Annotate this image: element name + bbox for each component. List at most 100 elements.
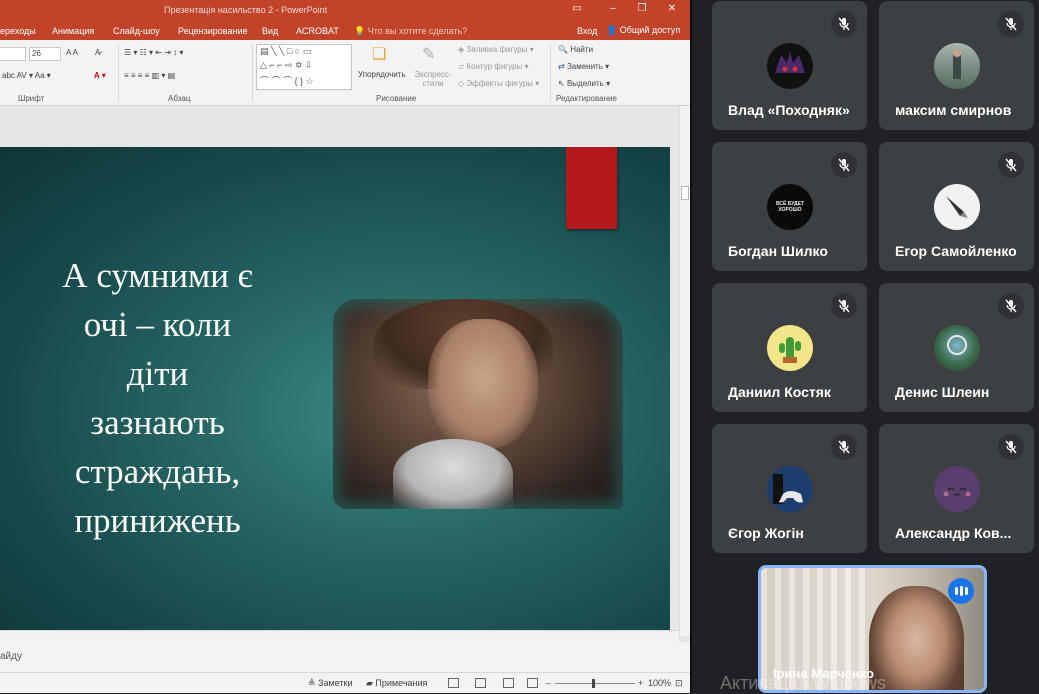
share-button[interactable]: 👤 Общий доступ [606, 25, 680, 36]
zoom-slider-knob[interactable] [592, 679, 595, 688]
slide-text-box[interactable]: А сумними є очі – коли діти зазнають стр… [30, 251, 285, 545]
participant-tile[interactable]: Егор Самойленко [879, 142, 1034, 271]
replace-button[interactable]: ⇄ Заменить ▾ [558, 62, 609, 71]
separator [118, 44, 119, 102]
zoom-level[interactable]: 100% [648, 678, 671, 688]
scroll-thumb[interactable] [681, 186, 689, 200]
comments-label: Примечания [375, 678, 428, 688]
vertical-scrollbar[interactable] [679, 106, 690, 636]
find-button[interactable]: 🔍 Найти [558, 45, 593, 54]
shape-row-3[interactable]: ⌒ ⌒ ⌒ { } ☆ [260, 74, 314, 87]
participant-tile[interactable]: максим смирнов [879, 1, 1034, 130]
cursor-icon: ↖ [558, 79, 565, 88]
slide-text-line: діти [126, 354, 189, 393]
reading-view-icon[interactable] [503, 678, 514, 688]
participant-name: Егор Самойленко [895, 243, 1017, 259]
select-label: Выделить [566, 79, 604, 88]
find-label: Найти [570, 45, 594, 54]
tab-view[interactable]: Вид [262, 26, 278, 36]
horizontal-scrollbar[interactable] [0, 630, 679, 642]
align-icons[interactable]: ≡ ≡ ≡ ≡ ▥ ▾ ▤ [124, 71, 175, 80]
strike-shadow-icons[interactable]: abc AV ▾ Aa ▾ [2, 71, 51, 80]
arrange-icon[interactable]: ❏ [372, 44, 386, 64]
participant-tile[interactable]: ВСЁ БУДЕТ ХОРОШО Богдан Шилко [712, 142, 867, 271]
search-icon: 🔍 [558, 45, 568, 54]
normal-view-icon[interactable] [448, 678, 459, 688]
font-color-icon[interactable]: A ▾ [94, 71, 106, 80]
bullets-icon[interactable]: ☰ ▾ ☷ ▾ ⇤ ⇥ ↕ ▾ [124, 48, 183, 57]
participant-name: Влад «Походняк» [728, 102, 850, 118]
tab-slideshow[interactable]: Слайд-шоу [113, 26, 160, 36]
clear-format-icon[interactable]: A̷ [95, 48, 100, 57]
zoom-out-icon[interactable]: – [546, 678, 551, 688]
slide-text-line: принижень [74, 501, 241, 540]
participant-tile[interactable]: Александр Ков... [879, 424, 1034, 553]
share-label: Общий доступ [619, 25, 681, 35]
ribbon-display-icon[interactable]: ▭ [569, 3, 585, 14]
minimize-button[interactable]: – [605, 3, 621, 14]
cactus-avatar [767, 325, 813, 371]
group-drawing-label: Рисование [376, 94, 417, 103]
status-bar: ≜ Заметки ▰ Примечания – + 100% ⊡ [0, 672, 690, 693]
arrange-button[interactable]: Упорядочить [358, 70, 406, 79]
participant-name: Богдан Шилко [728, 243, 828, 259]
notes-placeholder: айду [0, 651, 22, 662]
comments-button[interactable]: ▰ Примечания [366, 678, 427, 689]
lightbulb-icon: 💡 [354, 26, 366, 36]
tab-review[interactable]: Рецензирование [178, 26, 248, 36]
slide-sorter-icon[interactable] [475, 678, 486, 688]
shape-outline-button[interactable]: ▱ Контур фигуры ▾ [458, 62, 529, 71]
tell-me-search[interactable]: 💡 Что вы хотите сделать? [354, 26, 467, 37]
slide-canvas[interactable]: А сумними є очі – коли діти зазнають стр… [0, 147, 670, 630]
replace-icon: ⇄ [558, 62, 565, 71]
shapes-gallery[interactable]: ▤ ╲ ╲ □ ○ ▭ △ ⌐ ⌐ ⇨ ✡ ⇩ ⌒ ⌒ ⌒ { } ☆ [256, 44, 352, 90]
maximize-button[interactable]: ❐ [634, 3, 650, 14]
cute-face-avatar [934, 466, 980, 512]
zoom-in-icon[interactable]: + [638, 678, 643, 688]
mic-off-icon [831, 152, 857, 178]
participant-name: максим смирнов [895, 102, 1012, 118]
mic-off-icon [831, 293, 857, 319]
quick-styles-button[interactable]: Экспресс-стили [412, 70, 454, 88]
shape-fill-label: Заливка фигуры [466, 45, 528, 54]
group-editing-label: Редактирование [556, 94, 617, 103]
slide-photo-sad-child[interactable] [333, 299, 623, 509]
font-size-value: 26 [32, 49, 41, 58]
sign-in-link[interactable]: Вход [577, 26, 597, 36]
tell-me-text: Что вы хотите сделать? [367, 26, 468, 36]
photo-knee [393, 439, 513, 509]
participant-tile[interactable]: Денис Шлеин [879, 283, 1034, 412]
font-size-box[interactable]: 26 [29, 47, 61, 61]
quick-styles-icon[interactable]: ✎ [422, 44, 435, 64]
replace-label: Заменить [566, 62, 603, 71]
fit-to-window-icon[interactable]: ⊡ [675, 678, 683, 689]
participant-name: Єгор Жогін [728, 525, 804, 541]
group-font-label: Шрифт [18, 94, 45, 103]
mic-off-icon [998, 434, 1024, 460]
shape-row-1[interactable]: ▤ ╲ ╲ □ ○ ▭ [260, 46, 311, 57]
font-name-box[interactable] [0, 47, 26, 61]
slideshow-icon[interactable] [527, 678, 538, 688]
notes-pane[interactable]: айду [0, 642, 690, 672]
photo-avatar [934, 43, 980, 89]
notes-label: Заметки [318, 678, 353, 688]
tab-transitions[interactable]: ереходы [0, 26, 36, 36]
avatar-logo-text: ВСЁ БУДЕТ ХОРОШО [775, 201, 805, 213]
shape-effects-button[interactable]: ◇ Эффекты фигуры ▾ [458, 79, 539, 88]
separator [550, 44, 551, 102]
powerpoint-window: Презентація насильство 2 - PowerPoint ▭ … [0, 0, 690, 693]
participant-tile[interactable]: Влад «Походняк» [712, 1, 867, 130]
mic-off-icon [998, 152, 1024, 178]
participant-tile[interactable]: Єгор Жогін [712, 424, 867, 553]
font-grow-icon[interactable]: A A [66, 48, 78, 57]
select-button[interactable]: ↖ Выделить ▾ [558, 79, 610, 88]
tab-acrobat[interactable]: ACROBAT [296, 26, 339, 36]
participant-tile[interactable]: Даниил Костяк [712, 283, 867, 412]
tab-animation[interactable]: Анимация [52, 26, 94, 36]
zoom-slider[interactable] [555, 683, 635, 684]
slide-text-line: страждань, [74, 452, 241, 491]
shape-row-2[interactable]: △ ⌐ ⌐ ⇨ ✡ ⇩ [260, 60, 313, 71]
shape-fill-button[interactable]: ◈ Заливка фигуры ▾ [458, 45, 534, 54]
close-button[interactable]: ✕ [664, 3, 680, 14]
notes-button[interactable]: ≜ Заметки [308, 678, 352, 689]
